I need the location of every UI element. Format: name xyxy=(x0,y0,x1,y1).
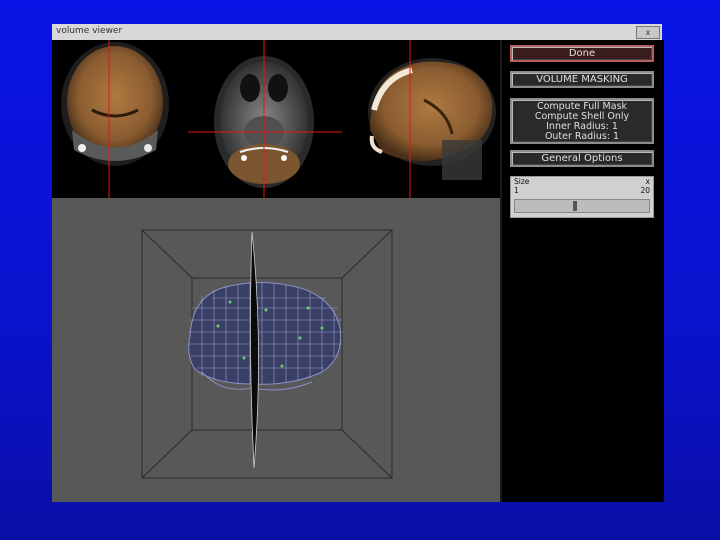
close-icon[interactable]: x xyxy=(636,26,660,39)
title-bar[interactable]: volume viewer x xyxy=(52,24,662,41)
brain-wireframe xyxy=(188,281,343,391)
app-window: volume viewer x Done VOLUME MASKING Comp… xyxy=(52,24,664,502)
mask-options-list: Compute Full Mask Compute Shell Only Inn… xyxy=(510,98,654,144)
mri-slices xyxy=(61,40,496,198)
window-title: volume viewer xyxy=(56,26,123,36)
done-button[interactable]: Done xyxy=(510,45,654,62)
slider-min-value: 1 xyxy=(514,186,519,195)
slider-thumb[interactable] xyxy=(573,201,577,211)
3d-view[interactable] xyxy=(52,198,500,502)
outer-radius-option[interactable]: Outer Radius: 1 xyxy=(512,132,652,142)
slider-label: Size xyxy=(514,177,530,186)
slider-close-icon[interactable]: x xyxy=(646,177,650,186)
sagittal-slice[interactable] xyxy=(368,58,496,180)
coronal-slice[interactable] xyxy=(61,42,169,166)
3d-render xyxy=(141,229,393,479)
slider-max-value: 20 xyxy=(640,186,650,195)
slice-views xyxy=(52,40,500,198)
size-slider-box: Size x 1 20 xyxy=(510,176,654,218)
general-options-button[interactable]: General Options xyxy=(510,150,654,167)
slider-track[interactable] xyxy=(514,199,650,213)
control-panel: Done VOLUME MASKING Compute Full Mask Co… xyxy=(500,40,664,502)
sagittal-plane xyxy=(250,231,259,469)
volume-masking-button[interactable]: VOLUME MASKING xyxy=(510,71,654,88)
